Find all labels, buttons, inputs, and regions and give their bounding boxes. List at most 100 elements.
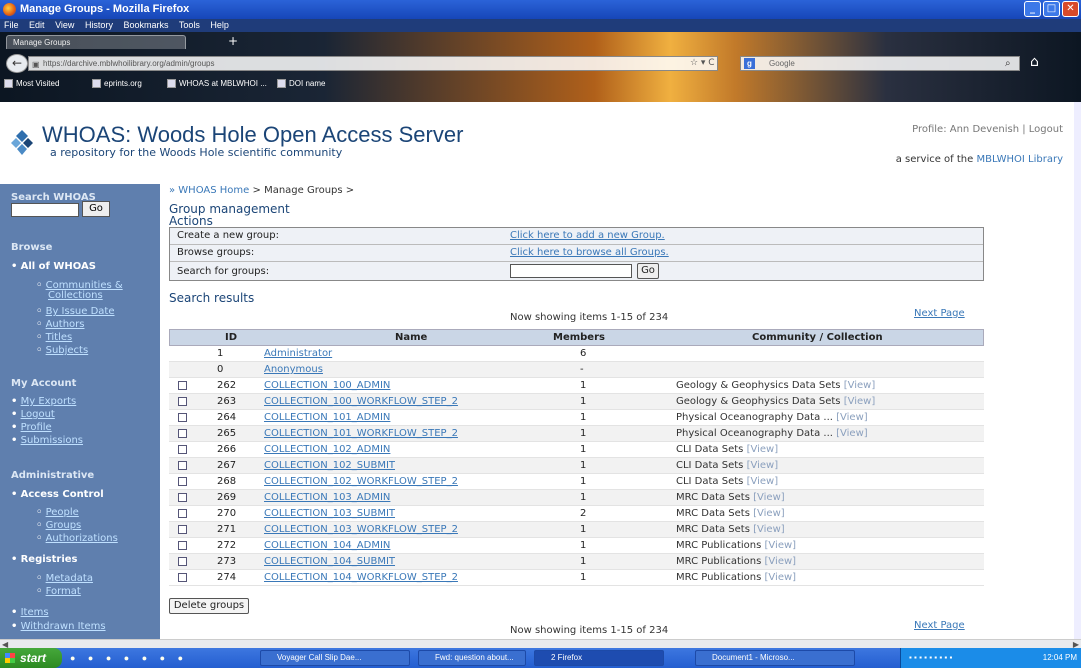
sidebar-item-authors[interactable]: ◦ Authors bbox=[36, 319, 84, 330]
row-checkbox[interactable] bbox=[178, 429, 187, 438]
menu-tools[interactable]: Tools bbox=[179, 20, 200, 30]
search-icon[interactable]: ⌕ bbox=[1005, 56, 1019, 71]
group-name-link[interactable]: COLLECTION_103_SUBMIT bbox=[264, 506, 395, 521]
row-checkbox[interactable] bbox=[178, 461, 187, 470]
row-checkbox[interactable] bbox=[178, 397, 187, 406]
sidebar-item-logout[interactable]: • Logout bbox=[11, 409, 55, 420]
group-name-link[interactable]: Administrator bbox=[264, 346, 332, 361]
sidebar-item-metadata[interactable]: ◦ Metadata bbox=[36, 573, 93, 584]
task-fwd-question[interactable]: Fwd: question about... bbox=[418, 650, 526, 666]
delete-groups-button[interactable]: Delete groups bbox=[169, 598, 249, 614]
browse-groups-link[interactable]: Click here to browse all Groups. bbox=[510, 245, 669, 261]
quick-launch-icons[interactable]: ● ● ● ● ● ● ● bbox=[70, 651, 230, 665]
row-checkbox[interactable] bbox=[178, 445, 187, 454]
view-link[interactable]: [View] bbox=[765, 556, 797, 567]
menu-edit[interactable]: Edit bbox=[29, 20, 45, 30]
home-icon[interactable]: ⌂ bbox=[1030, 54, 1039, 70]
sidebar-item-collections[interactable]: Collections bbox=[36, 290, 103, 301]
sidebar-go-button[interactable]: Go bbox=[82, 201, 110, 217]
site-title[interactable]: WHOAS: Woods Hole Open Access Server bbox=[42, 122, 463, 148]
sidebar-item-subjects[interactable]: ◦ Subjects bbox=[36, 345, 88, 356]
sidebar-item-submissions[interactable]: • Submissions bbox=[11, 435, 83, 446]
group-name-link[interactable]: COLLECTION_101_ADMIN bbox=[264, 410, 390, 425]
next-page-link[interactable]: Next Page bbox=[914, 308, 965, 319]
back-button[interactable]: ← bbox=[6, 54, 28, 73]
menu-view[interactable]: View bbox=[55, 20, 74, 30]
group-search-input[interactable] bbox=[510, 264, 632, 278]
row-checkbox[interactable] bbox=[178, 493, 187, 502]
row-checkbox[interactable] bbox=[178, 541, 187, 550]
view-link[interactable]: [View] bbox=[836, 412, 868, 423]
row-checkbox[interactable] bbox=[178, 509, 187, 518]
menu-help[interactable]: Help bbox=[210, 20, 229, 30]
task-voyager[interactable]: Voyager Call Slip Dae... bbox=[260, 650, 410, 666]
group-search-go-button[interactable]: Go bbox=[637, 263, 659, 279]
row-checkbox[interactable] bbox=[178, 557, 187, 566]
sidebar-item-format[interactable]: ◦ Format bbox=[36, 586, 81, 597]
sidebar-item-items[interactable]: • Items bbox=[11, 607, 49, 618]
group-name-link[interactable]: COLLECTION_104_ADMIN bbox=[264, 538, 390, 553]
view-link[interactable]: [View] bbox=[747, 476, 779, 487]
view-link[interactable]: [View] bbox=[844, 380, 876, 391]
group-name-link[interactable]: COLLECTION_103_ADMIN bbox=[264, 490, 390, 505]
bookmark-doi[interactable]: DOI name bbox=[277, 76, 325, 91]
group-name-link[interactable]: COLLECTION_102_SUBMIT bbox=[264, 458, 395, 473]
sidebar-item-by-issue-date[interactable]: ◦ By Issue Date bbox=[36, 306, 115, 317]
task-firefox[interactable]: 2 Firefox bbox=[534, 650, 664, 666]
group-name-link[interactable]: Anonymous bbox=[264, 362, 323, 377]
close-icon[interactable]: ✕ bbox=[1062, 1, 1079, 17]
view-link[interactable]: [View] bbox=[836, 428, 868, 439]
profile-link[interactable]: Profile: Ann Devenish | Logout bbox=[912, 124, 1063, 135]
search-input[interactable]: g Google bbox=[740, 56, 1020, 71]
url-bar[interactable]: ▣ https://darchive.mblwhoilibrary.org/ad… bbox=[28, 56, 718, 71]
row-checkbox[interactable] bbox=[178, 381, 187, 390]
sidebar-item-my-exports[interactable]: • My Exports bbox=[11, 396, 76, 407]
group-name-link[interactable]: COLLECTION_104_SUBMIT bbox=[264, 554, 395, 569]
view-link[interactable]: [View] bbox=[747, 444, 779, 455]
group-name-link[interactable]: COLLECTION_100_ADMIN bbox=[264, 378, 390, 393]
sidebar-item-titles[interactable]: ◦ Titles bbox=[36, 332, 72, 343]
group-name-link[interactable]: COLLECTION_102_WORKFLOW_STEP_2 bbox=[264, 474, 458, 489]
add-group-link[interactable]: Click here to add a new Group. bbox=[510, 228, 665, 244]
minimize-icon[interactable]: _ bbox=[1024, 1, 1041, 17]
menu-file[interactable]: File bbox=[4, 20, 19, 30]
bookmark-eprints[interactable]: eprints.org bbox=[92, 76, 142, 91]
view-link[interactable]: [View] bbox=[753, 492, 785, 503]
menu-bookmarks[interactable]: Bookmarks bbox=[123, 20, 168, 30]
bookmark-most-visited[interactable]: Most Visited bbox=[4, 76, 59, 91]
view-link[interactable]: [View] bbox=[765, 572, 797, 583]
sidebar-search-input[interactable] bbox=[11, 203, 79, 217]
sidebar-item-authorizations[interactable]: ◦ Authorizations bbox=[36, 533, 118, 544]
tray-icons[interactable]: ▪ ▪ ▪ ▪ ▪ ▪ ▪ ▪ ▪ bbox=[909, 648, 952, 668]
maximize-icon[interactable]: □ bbox=[1043, 1, 1060, 17]
view-link[interactable]: [View] bbox=[747, 460, 779, 471]
sidebar-item-withdrawn-items[interactable]: • Withdrawn Items bbox=[11, 621, 106, 632]
row-checkbox[interactable] bbox=[178, 477, 187, 486]
menu-history[interactable]: History bbox=[85, 20, 113, 30]
horizontal-scrollbar[interactable]: ◀ ▶ bbox=[0, 639, 1081, 649]
mblwhoi-library-link[interactable]: MBLWHOI Library bbox=[976, 154, 1063, 165]
task-document1[interactable]: Document1 - Microso... bbox=[695, 650, 855, 666]
start-button[interactable]: start bbox=[0, 648, 62, 668]
next-page-link-bottom[interactable]: Next Page bbox=[914, 620, 965, 631]
sidebar-item-people[interactable]: ◦ People bbox=[36, 507, 79, 518]
breadcrumb-home[interactable]: WHOAS Home bbox=[178, 185, 249, 196]
tab-manage-groups[interactable]: Manage Groups bbox=[6, 35, 186, 49]
view-link[interactable]: [View] bbox=[844, 396, 876, 407]
row-checkbox[interactable] bbox=[178, 573, 187, 582]
bookmark-whoas[interactable]: WHOAS at MBLWHOI ... bbox=[167, 76, 267, 91]
view-link[interactable]: [View] bbox=[753, 524, 785, 535]
row-checkbox[interactable] bbox=[178, 413, 187, 422]
sidebar-item-profile[interactable]: • Profile bbox=[11, 422, 52, 433]
group-name-link[interactable]: COLLECTION_100_WORKFLOW_STEP_2 bbox=[264, 394, 458, 409]
vertical-scrollbar[interactable] bbox=[1074, 102, 1081, 639]
group-name-link[interactable]: COLLECTION_103_WORKFLOW_STEP_2 bbox=[264, 522, 458, 537]
view-link[interactable]: [View] bbox=[753, 508, 785, 519]
group-name-link[interactable]: COLLECTION_101_WORKFLOW_STEP_2 bbox=[264, 426, 458, 441]
row-checkbox[interactable] bbox=[178, 525, 187, 534]
sidebar-item-groups[interactable]: ◦ Groups bbox=[36, 520, 81, 531]
view-link[interactable]: [View] bbox=[765, 540, 797, 551]
group-name-link[interactable]: COLLECTION_104_WORKFLOW_STEP_2 bbox=[264, 570, 458, 585]
group-name-link[interactable]: COLLECTION_102_ADMIN bbox=[264, 442, 390, 457]
new-tab-button[interactable]: + bbox=[226, 35, 240, 48]
